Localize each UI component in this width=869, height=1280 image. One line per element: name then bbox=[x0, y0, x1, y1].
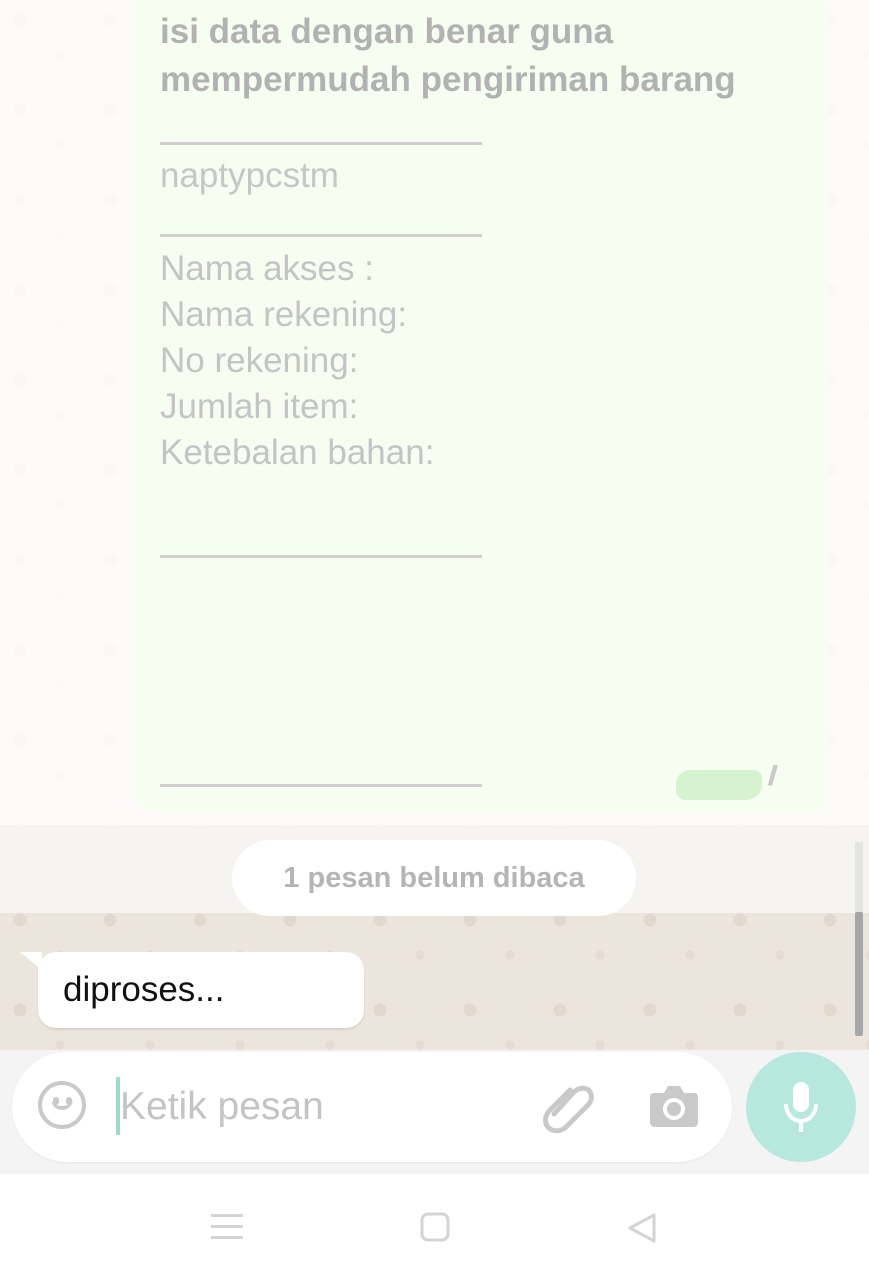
divider bbox=[160, 784, 482, 787]
mic-button[interactable] bbox=[746, 1052, 856, 1162]
scrollbar-thumb[interactable] bbox=[855, 912, 863, 1036]
divider bbox=[160, 142, 482, 145]
mic-icon bbox=[784, 1082, 818, 1132]
incoming-message-text: diproses... bbox=[63, 970, 225, 1009]
form-field-label: Ketebalan bahan: bbox=[160, 433, 435, 472]
menu-icon[interactable] bbox=[211, 1212, 243, 1242]
system-navigation-bar bbox=[0, 1174, 869, 1280]
attach-icon[interactable] bbox=[540, 1080, 596, 1134]
form-field-label: No rekening: bbox=[160, 341, 359, 380]
outgoing-message-bubble[interactable]: isi data dengan benar guna mempermudah p… bbox=[136, 0, 828, 812]
camera-icon[interactable] bbox=[648, 1081, 700, 1129]
redacted-timestamp bbox=[676, 770, 762, 800]
home-icon[interactable] bbox=[420, 1212, 450, 1242]
divider bbox=[160, 555, 482, 558]
chat-area[interactable]: isi data dengan benar guna mempermudah p… bbox=[0, 0, 869, 1050]
form-fields: Nama akses : Nama rekening: No rekening:… bbox=[160, 246, 434, 476]
message-input[interactable] bbox=[118, 1075, 522, 1139]
message-line: isi data dengan benar guna bbox=[160, 12, 614, 51]
unread-messages-label: 1 pesan belum dibaca bbox=[232, 840, 636, 916]
form-field-label: Nama rekening: bbox=[160, 295, 408, 334]
incoming-message-bubble[interactable]: diproses... bbox=[20, 952, 364, 1028]
form-field-label: Nama akses : bbox=[160, 249, 374, 288]
message-line: mempermudah pengiriman barang bbox=[160, 60, 736, 99]
divider bbox=[160, 234, 482, 237]
message-code: naptypcstm bbox=[160, 156, 339, 195]
form-field-label: Jumlah item: bbox=[160, 387, 359, 426]
back-icon[interactable] bbox=[626, 1212, 658, 1244]
